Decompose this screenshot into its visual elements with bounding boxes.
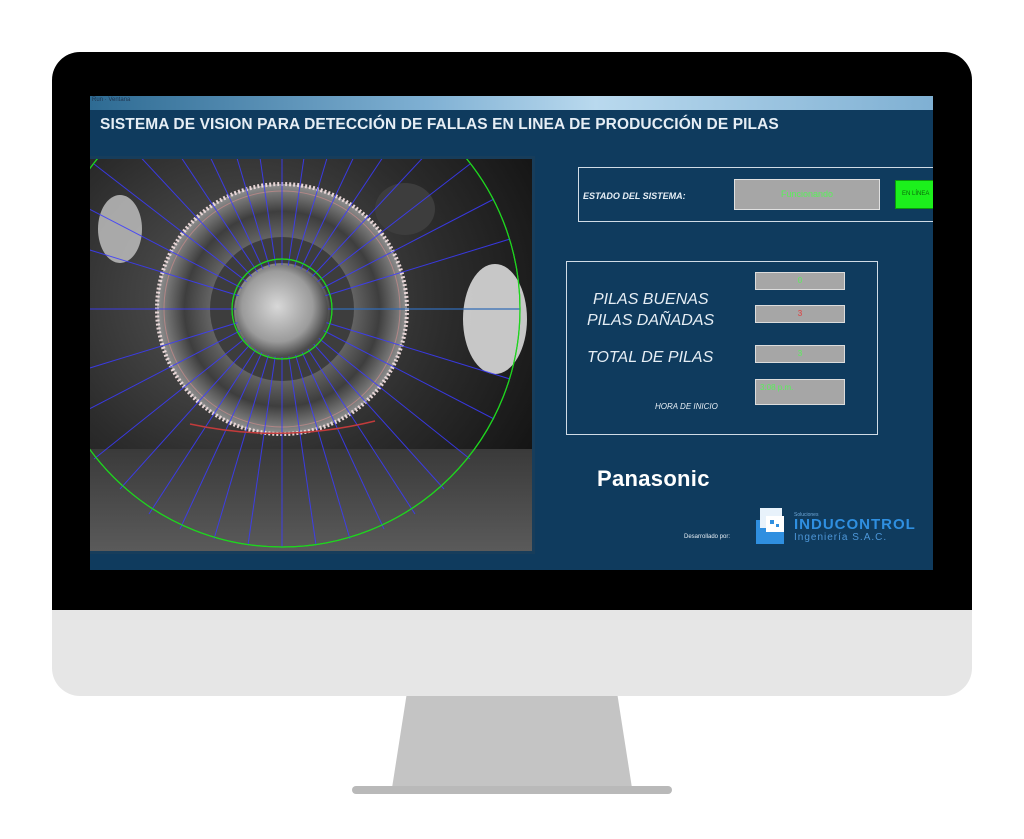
status-label: ESTADO DEL SISTEMA: xyxy=(583,191,686,201)
app-title: SISTEMA DE VISION PARA DETECCIÓN DE FALL… xyxy=(100,116,779,133)
monitor-chin xyxy=(52,610,972,696)
damaged-count-field: 3 xyxy=(755,305,845,323)
app-screen: Run · Ventana SISTEMA DE VISION PARA DET… xyxy=(90,96,933,570)
inspection-image xyxy=(90,159,532,551)
company-sub: Ingeniería S.A.C. xyxy=(794,532,888,543)
company-name: INDUCONTROL xyxy=(794,516,916,533)
system-status-panel: ESTADO DEL SISTEMA: Funcionando EN LÍNEA xyxy=(578,167,933,222)
inducontrol-logo-text: Soluciones INDUCONTROL Ingeniería S.A.C. xyxy=(794,512,916,543)
total-count-label: TOTAL DE PILAS xyxy=(587,349,714,366)
good-count-field: 0 xyxy=(755,272,845,290)
inducontrol-logo-icon xyxy=(756,508,784,544)
start-time-label: HORA DE INICIO xyxy=(655,402,718,411)
total-count-field: 3 xyxy=(755,345,845,363)
monitor-stand xyxy=(392,696,632,788)
status-value-field: Funcionando xyxy=(734,179,880,210)
window-titlebar[interactable]: Run · Ventana xyxy=(90,96,933,110)
monitor-foot xyxy=(352,786,672,794)
damaged-count-label: PILAS DAÑADAS xyxy=(587,312,715,329)
good-count-label: PILAS BUENAS xyxy=(593,291,709,308)
camera-view xyxy=(90,156,535,554)
panasonic-logo: Panasonic xyxy=(597,466,710,491)
counters-panel: 0 PILAS BUENAS 3 PILAS DAÑADAS 3 TOTAL D… xyxy=(566,261,878,435)
developed-by-label: Desarrollado por: xyxy=(684,534,731,540)
start-time-field: 3:08 p.m. xyxy=(755,379,845,405)
window-caption: Run · Ventana xyxy=(92,97,131,103)
status-indicator: EN LÍNEA xyxy=(895,180,933,209)
